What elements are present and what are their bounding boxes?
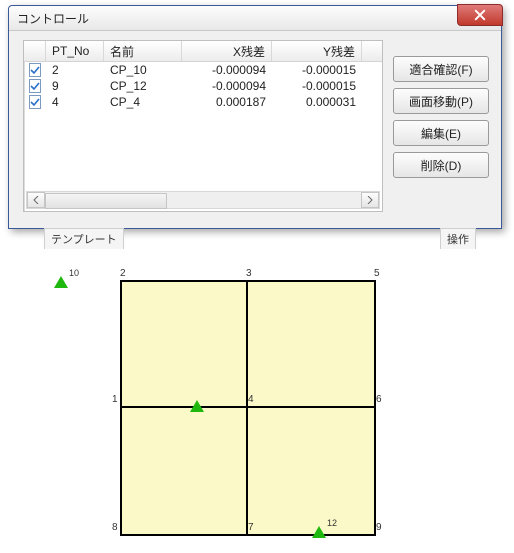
tab-fragment-left: テンプレート [44, 228, 124, 249]
triangle-label-12: 12 [327, 518, 337, 528]
cell-xres: 0.000187 [182, 95, 272, 109]
label-p9: 9 [376, 522, 382, 533]
cell-name: CP_12 [104, 79, 182, 93]
col-name[interactable]: 名前 [104, 41, 182, 61]
column-headers: PT_No 名前 X残差 Y残差 [24, 41, 382, 62]
cell-yres: -0.000015 [272, 79, 362, 93]
label-p5: 5 [374, 268, 380, 279]
cell-ptno: 2 [46, 63, 104, 77]
grid-cell-br [246, 406, 376, 536]
titlebar: コントロール [9, 6, 501, 31]
cell-ptno: 4 [46, 95, 104, 109]
delete-button[interactable]: 削除(D) [393, 152, 489, 178]
table-row[interactable]: 2CP_10-0.000094-0.000015 [24, 62, 382, 78]
scroll-left-button[interactable] [27, 192, 45, 208]
cell-xres: -0.000094 [182, 79, 272, 93]
grid-cell-tr [246, 280, 376, 410]
table-row[interactable]: 4CP_40.0001870.000031 [24, 94, 382, 110]
dialog-title: コントロール [17, 10, 89, 27]
scroll-thumb[interactable] [45, 193, 167, 209]
close-button[interactable] [457, 4, 503, 26]
label-p8: 8 [112, 522, 118, 533]
label-p6: 6 [376, 394, 382, 405]
rows-container: 2CP_10-0.000094-0.0000159CP_12-0.000094-… [24, 62, 382, 110]
col-xres[interactable]: X残差 [182, 41, 272, 61]
table-row[interactable]: 9CP_12-0.000094-0.000015 [24, 78, 382, 94]
grid-cell-tl [120, 280, 250, 410]
chevron-right-icon [367, 196, 373, 204]
cell-name: CP_4 [104, 95, 182, 109]
scroll-track[interactable] [45, 193, 361, 207]
h-scrollbar[interactable] [26, 191, 380, 209]
col-ptno[interactable]: PT_No [46, 41, 104, 61]
label-p4: 4 [248, 394, 254, 405]
cell-yres: 0.000031 [272, 95, 362, 109]
triangle-marker-10: 10 [54, 276, 68, 288]
cell-name: CP_10 [104, 63, 182, 77]
label-p1: 1 [112, 394, 118, 405]
grid-canvas: 2 3 5 1 4 6 8 7 9 10 12 [30, 262, 490, 547]
label-p3: 3 [246, 268, 252, 279]
fit-check-button[interactable]: 適合確認(F) [393, 56, 489, 82]
data-list: PT_No 名前 X残差 Y残差 2CP_10-0.000094-0.00001… [23, 40, 383, 212]
row-checkbox[interactable] [29, 95, 41, 109]
label-p7: 7 [248, 522, 254, 533]
cell-ptno: 9 [46, 79, 104, 93]
triangle-marker-mid [190, 400, 204, 412]
close-icon [474, 9, 486, 21]
chevron-left-icon [33, 196, 39, 204]
check-icon [30, 81, 40, 91]
triangle-label-10: 10 [69, 268, 79, 278]
col-yres[interactable]: Y残差 [272, 41, 362, 61]
row-checkbox[interactable] [29, 79, 41, 93]
cell-xres: -0.000094 [182, 63, 272, 77]
triangle-marker-12: 12 [312, 526, 326, 538]
cell-yres: -0.000015 [272, 63, 362, 77]
edit-button[interactable]: 編集(E) [393, 120, 489, 146]
button-column: 適合確認(F) 画面移動(P) 編集(E) 削除(D) [393, 56, 489, 178]
control-dialog: コントロール PT_No 名前 X残差 Y残差 2CP_10-0.000094-… [8, 5, 502, 229]
row-checkbox[interactable] [29, 63, 41, 77]
scroll-right-button[interactable] [361, 192, 379, 208]
col-check[interactable] [24, 41, 46, 61]
grid-cell-bl [120, 406, 250, 536]
check-icon [30, 97, 40, 107]
check-icon [30, 65, 40, 75]
label-p2: 2 [120, 268, 126, 279]
pan-button[interactable]: 画面移動(P) [393, 88, 489, 114]
tab-fragment-right: 操作 [440, 228, 476, 249]
